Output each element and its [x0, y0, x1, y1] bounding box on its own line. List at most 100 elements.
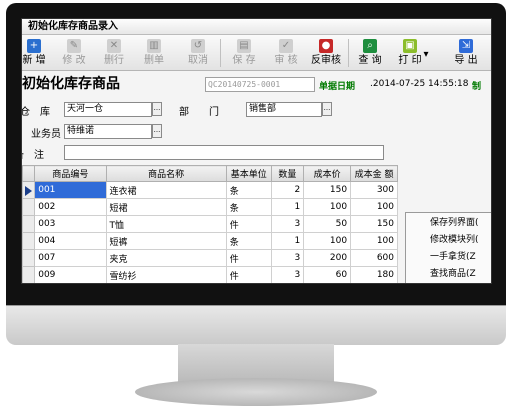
cell-quantity[interactable]: 2 [270, 181, 305, 199]
table-row[interactable]: 001 连衣裙 条 2 150 300 [22, 181, 398, 199]
cell-product-code[interactable]: 009 [34, 266, 107, 283]
cell-quantity[interactable]: 1 [270, 198, 305, 216]
cell-cost-amount[interactable]: 100 [350, 198, 398, 216]
query-button[interactable]: ⌕ 查 询 [350, 37, 390, 67]
context-menu-item-find-product[interactable]: 查找商品(Z [406, 266, 491, 283]
memo-field[interactable] [64, 145, 384, 160]
cell-unit[interactable]: 件 [225, 215, 272, 233]
search-icon: ⌕ [363, 39, 377, 53]
delete-row-button[interactable]: ✕ 删行 [94, 37, 134, 67]
unaudit-button[interactable]: ● 反审核 [306, 37, 346, 67]
window-title: 初始化库存商品录入 [22, 19, 491, 35]
cell-cost-amount[interactable]: 180 [350, 266, 398, 283]
printer-icon: ▣ [403, 39, 417, 53]
cell-cost-amount[interactable]: 600 [350, 249, 398, 267]
cell-quantity[interactable]: 3 [270, 266, 305, 283]
cell-product-code[interactable]: 004 [34, 232, 107, 250]
table-row[interactable]: 003 T恤 件 3 50 150 [22, 215, 398, 233]
table-row[interactable]: 007 夹克 件 3 200 600 [22, 249, 398, 267]
page-title: 初始化库存商品 [22, 76, 120, 92]
column-header[interactable]: 成本价 [303, 165, 352, 182]
column-header[interactable]: 基本单位 [225, 165, 272, 182]
cell-unit[interactable]: 件 [225, 249, 272, 267]
column-header[interactable]: 数量 [270, 165, 305, 182]
cell-cost-amount[interactable]: 150 [350, 215, 398, 233]
delete-doc-button[interactable]: ▥ 删单 [134, 37, 174, 67]
cell-product-name[interactable]: 雪纺衫 [105, 266, 227, 283]
clerk-lookup-button[interactable]: ... [152, 124, 162, 138]
department-field[interactable]: 销售部 [246, 102, 322, 117]
maker-label: 制 [472, 82, 482, 92]
current-row-arrow-icon [25, 186, 32, 196]
app-window: 初始化库存商品录入 + 新 增 ✎ 修 改 ✕ 删行 ▥ 删单 ↺ 取消 ▤ 保 存 ✓ 审 … [21, 18, 492, 284]
cell-product-code[interactable]: 001 [34, 181, 107, 199]
print-dropdown[interactable]: ▾ [420, 49, 432, 61]
save-icon: ▤ [237, 39, 251, 53]
audit-button[interactable]: ✓ 审 核 [266, 37, 306, 67]
document-number-field[interactable]: QC20140725-0001 [205, 77, 315, 92]
cell-product-name[interactable]: 短裙 [105, 198, 227, 216]
department-label: 部 门 [179, 107, 219, 118]
toolbar: + 新 增 ✎ 修 改 ✕ 删行 ▥ 删单 ↺ 取消 ▤ 保 存 ✓ 审 核 ● 反审核 ⌕ 查 … [22, 35, 491, 71]
warehouse-lookup-button[interactable]: ... [152, 102, 162, 116]
table-row[interactable]: 004 短裤 条 1 100 100 [22, 232, 398, 250]
monitor-chin [6, 305, 506, 345]
toolbar-separator [220, 39, 221, 67]
edit-icon: ✎ [67, 39, 81, 53]
plus-icon: + [27, 39, 41, 53]
cell-cost-amount[interactable]: 100 [350, 232, 398, 250]
context-menu: 保存列界面( 修改模块列( 一手拿货(Z 查找商品(Z [405, 212, 491, 283]
cell-cost-price[interactable]: 200 [303, 249, 352, 267]
new-button[interactable]: + 新 增 [22, 37, 54, 67]
cell-product-name[interactable]: 短裤 [105, 232, 227, 250]
table-row[interactable]: 002 短裙 条 1 100 100 [22, 198, 398, 216]
department-lookup-button[interactable]: ... [322, 102, 332, 116]
cell-product-name[interactable]: T恤 [105, 215, 227, 233]
cell-product-name[interactable]: 夹克 [105, 249, 227, 267]
cell-cost-price[interactable]: 100 [303, 232, 352, 250]
clerk-field[interactable]: 特维诺 [64, 124, 152, 139]
cell-quantity[interactable]: 3 [270, 215, 305, 233]
date-value: .2014-07-25 14:55:18 [370, 79, 469, 89]
cell-unit[interactable]: 件 [225, 266, 272, 283]
cell-unit[interactable]: 条 [225, 198, 272, 216]
cancel-button[interactable]: ↺ 取消 [178, 37, 218, 67]
undo-icon: ↺ [191, 39, 205, 53]
cell-product-code[interactable]: 007 [34, 249, 107, 267]
cell-unit[interactable]: 条 [225, 181, 272, 199]
table-row[interactable]: 009 雪纺衫 件 3 60 180 [22, 266, 398, 283]
column-header[interactable]: 商品编号 [34, 165, 107, 182]
cell-cost-price[interactable]: 150 [303, 181, 352, 199]
cell-quantity[interactable]: 1 [270, 232, 305, 250]
export-button[interactable]: ⇲ 导 出 [446, 37, 486, 67]
cell-product-code[interactable]: 002 [34, 198, 107, 216]
toolbar-separator [348, 39, 349, 67]
cell-cost-amount[interactable]: 300 [350, 181, 398, 199]
warehouse-label: 仓 库 [21, 107, 50, 118]
cell-quantity[interactable]: 3 [270, 249, 305, 267]
cell-product-name[interactable]: 连衣裙 [105, 181, 227, 199]
row-indicator [22, 232, 36, 250]
context-menu-item-quick-pick[interactable]: 一手拿货(Z [406, 249, 491, 266]
export-icon: ⇲ [459, 39, 473, 53]
save-button[interactable]: ▤ 保 存 [224, 37, 264, 67]
row-indicator [22, 266, 36, 283]
trash-icon: ▥ [147, 39, 161, 53]
cell-unit[interactable]: 条 [225, 232, 272, 250]
users-icon: ● [319, 39, 333, 53]
warehouse-field[interactable]: 天河一仓 [64, 102, 152, 117]
cell-cost-price[interactable]: 50 [303, 215, 352, 233]
row-indicator [22, 181, 36, 199]
context-menu-item-edit-columns[interactable]: 修改模块列( [406, 232, 491, 249]
edit-button[interactable]: ✎ 修 改 [54, 37, 94, 67]
memo-label: 备 注 [22, 150, 44, 161]
cell-cost-price[interactable]: 60 [303, 266, 352, 283]
column-header[interactable]: 成本金 额 [350, 165, 398, 182]
cell-product-code[interactable]: 003 [34, 215, 107, 233]
date-label: 单据日期 [319, 82, 356, 92]
column-header[interactable]: 商品名称 [105, 165, 227, 182]
cell-cost-price[interactable]: 100 [303, 198, 352, 216]
monitor-stand-base [135, 378, 377, 406]
inventory-grid: 商品编号 商品名称 基本单位 数量 成本价 成本金 额 001 连衣裙 条 2 … [22, 165, 398, 283]
context-menu-item-save-layout[interactable]: 保存列界面( [406, 215, 491, 232]
